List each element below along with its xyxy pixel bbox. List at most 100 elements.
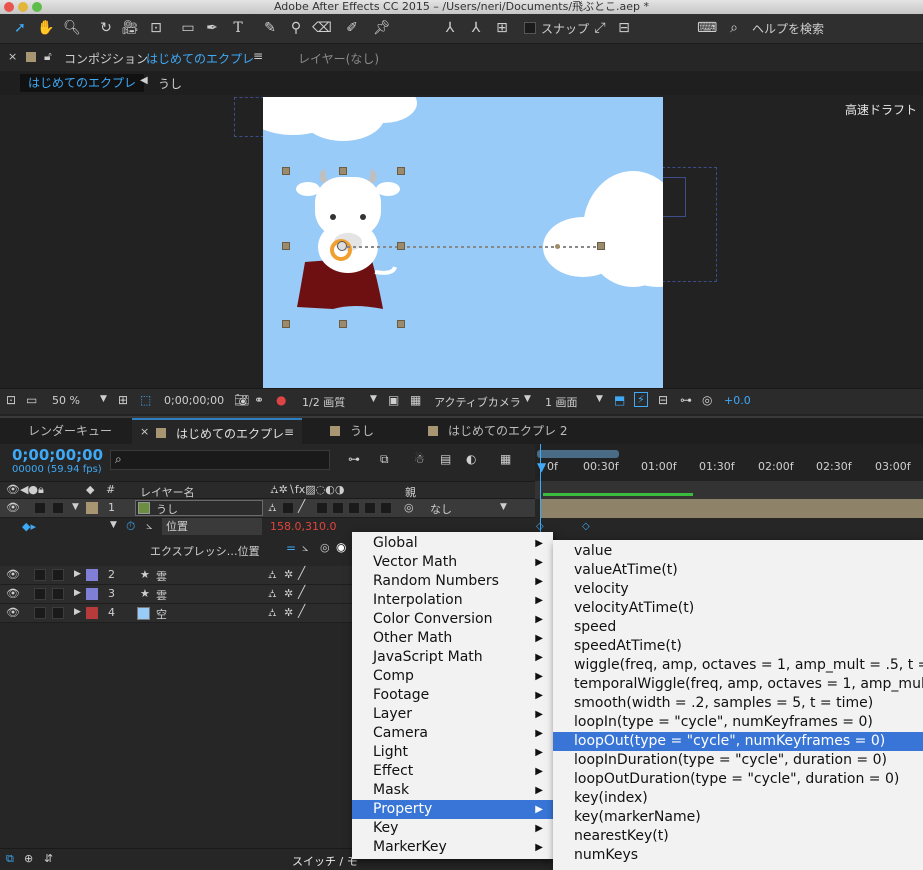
exposure-value[interactable]: +0.0 [724, 394, 751, 407]
text-tool-icon[interactable]: T [228, 18, 248, 38]
continuous-rasterize-icon[interactable]: ✲ [284, 587, 293, 600]
menu-item-camera[interactable]: Camera ▶ [352, 724, 553, 743]
menu-item-loop-in[interactable]: loopIn(type = "cycle", numKeyframes = 0) [553, 713, 923, 732]
twirl-down-icon[interactable]: ▼ [110, 520, 117, 530]
rectangle-tool-icon[interactable]: ▭ [178, 18, 198, 38]
motion-blur-switch[interactable] [348, 502, 360, 514]
transform-handle-tc[interactable] [339, 167, 347, 175]
menu-item-footage[interactable]: Footage ▶ [352, 686, 553, 705]
twirl-right-icon[interactable]: ▶ [74, 588, 81, 598]
menu-item-effect[interactable]: Effect ▶ [352, 762, 553, 781]
always-preview-icon[interactable]: ⊡ [6, 393, 16, 407]
quality-switch-icon[interactable]: ╱ [298, 566, 305, 580]
audio-switch[interactable] [34, 607, 46, 619]
snap-checkbox[interactable] [524, 22, 536, 34]
toggle-switches-modes[interactable]: スイッチ / モ [292, 853, 358, 869]
mask-visibility-icon[interactable]: ⬚ [140, 393, 151, 407]
search-icon[interactable]: ⌕ [724, 18, 744, 38]
reset-exposure-icon[interactable]: ◎ [702, 393, 712, 407]
menu-item-mask[interactable]: Mask ▶ [352, 781, 553, 800]
menu-item-javascript-math[interactable]: JavaScript Math ▶ [352, 648, 553, 667]
menu-item-key-marker-name[interactable]: key(markerName) [553, 808, 923, 827]
parent-dropdown-icon[interactable]: ▼ [500, 502, 507, 512]
continuous-rasterize-icon[interactable]: ✲ [284, 606, 293, 619]
menu-item-comp[interactable]: Comp ▶ [352, 667, 553, 686]
playhead-icon[interactable]: ▼ [537, 460, 546, 474]
camera-dropdown-icon[interactable]: ▼ [524, 394, 531, 404]
puppet-pin-tool-icon[interactable]: 📌︎ [372, 18, 392, 38]
solo-switch[interactable] [52, 502, 64, 514]
camera-select[interactable]: アクティブカメラ [434, 394, 521, 410]
layer-panel-tab[interactable]: レイヤー(なし) [298, 50, 379, 67]
tab-render-queue[interactable]: レンダーキュー [18, 418, 122, 446]
zoom-window-button[interactable] [32, 2, 42, 12]
pen-tool-icon[interactable]: ✒ [202, 18, 222, 38]
views-select[interactable]: 1 画面 [545, 394, 578, 410]
menu-item-velocity-at-time[interactable]: velocityAtTime(t) [553, 599, 923, 618]
camera-tool-icon[interactable]: 🎥︎ [120, 18, 140, 38]
layer-name[interactable]: 雲 [156, 587, 167, 603]
menu-item-key-index[interactable]: key(index) [553, 789, 923, 808]
color-channels-icon[interactable]: ● [276, 393, 286, 407]
property-value[interactable]: 158.0,310.0 [270, 520, 336, 533]
region-of-interest-icon[interactable]: ▣ [388, 393, 399, 407]
keyframe-icon[interactable]: ◇ [582, 521, 590, 532]
title-safe-icon[interactable]: ⊞ [118, 393, 128, 407]
menu-item-value[interactable]: value [553, 542, 923, 561]
work-area-bar[interactable] [537, 450, 619, 458]
transform-handle-ml[interactable] [282, 242, 290, 250]
frame-blending-icon[interactable]: ▤ [440, 452, 451, 466]
transform-handle-mr[interactable] [397, 242, 405, 250]
menu-item-loop-out-duration[interactable]: loopOutDuration(type = "cycle", duration… [553, 770, 923, 789]
hand-tool-icon[interactable]: ✋ [36, 18, 56, 38]
menu-item-markerkey[interactable]: MarkerKey ▶ [352, 838, 553, 857]
flowchart-icon[interactable]: ⊶ [680, 393, 692, 407]
menu-item-other-math[interactable]: Other Math ▶ [352, 629, 553, 648]
expression-language-menu-icon[interactable]: ◉ [336, 540, 346, 554]
audio-switch[interactable] [34, 569, 46, 581]
shy-switch-icon[interactable]: ⛼ [268, 568, 277, 583]
world-axis-icon[interactable]: ⅄ [466, 18, 486, 38]
layer-name-header[interactable]: レイヤー名 [140, 484, 195, 500]
comp-mini-flowchart-icon[interactable]: ⊶ [348, 452, 360, 466]
help-search-input[interactable]: ヘルプを検索 [752, 20, 824, 37]
zoom-tool-icon[interactable]: 🔍︎ [62, 18, 82, 38]
solo-switch[interactable] [52, 588, 64, 600]
adjustment-switch[interactable] [364, 502, 376, 514]
transform-handle-br[interactable] [397, 320, 405, 328]
transform-handle-tr[interactable] [397, 167, 405, 175]
menu-item-loop-in-duration[interactable]: loopInDuration(type = "cycle", duration … [553, 751, 923, 770]
menu-item-nearest-key[interactable]: nearestKey(t) [553, 827, 923, 846]
menu-item-key[interactable]: Key ▶ [352, 819, 553, 838]
menu-item-layer[interactable]: Layer ▶ [352, 705, 553, 724]
motion-path-point[interactable] [555, 244, 560, 249]
timeline-current-time[interactable]: 0;00;00;00 [12, 446, 103, 464]
menu-item-color-conversion[interactable]: Color Conversion ▶ [352, 610, 553, 629]
roto-brush-tool-icon[interactable]: ✐ [342, 18, 362, 38]
close-icon[interactable]: × [140, 425, 149, 438]
panel-menu-icon[interactable]: ≡ [253, 49, 263, 63]
motion-blur-icon[interactable]: ◐ [466, 452, 476, 466]
menu-item-interpolation[interactable]: Interpolation ▶ [352, 591, 553, 610]
transparency-grid-icon[interactable]: ▦ [410, 393, 421, 407]
menu-item-global[interactable]: Global ▶ [352, 534, 553, 553]
menu-item-temporal-wiggle[interactable]: temporalWiggle(freq, amp, octaves = 1, a… [553, 675, 923, 694]
audio-switch[interactable] [34, 588, 46, 600]
menu-item-property[interactable]: Property ▶ [352, 800, 553, 819]
expression-graph-icon[interactable]: ⦣ [302, 541, 308, 555]
keyframe-end-marker[interactable] [597, 242, 605, 250]
transform-handle-bc[interactable] [339, 320, 347, 328]
menu-item-speed-at-time[interactable]: speedAtTime(t) [553, 637, 923, 656]
local-axis-icon[interactable]: ⅄ [440, 18, 460, 38]
pickwhip-icon[interactable]: ◎ [404, 501, 414, 514]
continuous-rasterize-icon[interactable]: ✲ [284, 568, 293, 581]
eye-icon[interactable]: 👁︎ [6, 587, 20, 600]
menu-item-smooth[interactable]: smooth(width = .2, samples = 5, t = time… [553, 694, 923, 713]
shy-switch-icon[interactable]: ⛼ [268, 606, 277, 621]
solo-switch[interactable] [52, 569, 64, 581]
eye-icon[interactable]: 👁︎ [6, 501, 20, 514]
draft-3d-icon[interactable]: ⧉ [380, 452, 389, 467]
eye-icon[interactable]: 👁︎ [6, 606, 20, 619]
menu-item-velocity[interactable]: velocity [553, 580, 923, 599]
snapshot-icon[interactable]: 📷︎ [234, 393, 249, 407]
